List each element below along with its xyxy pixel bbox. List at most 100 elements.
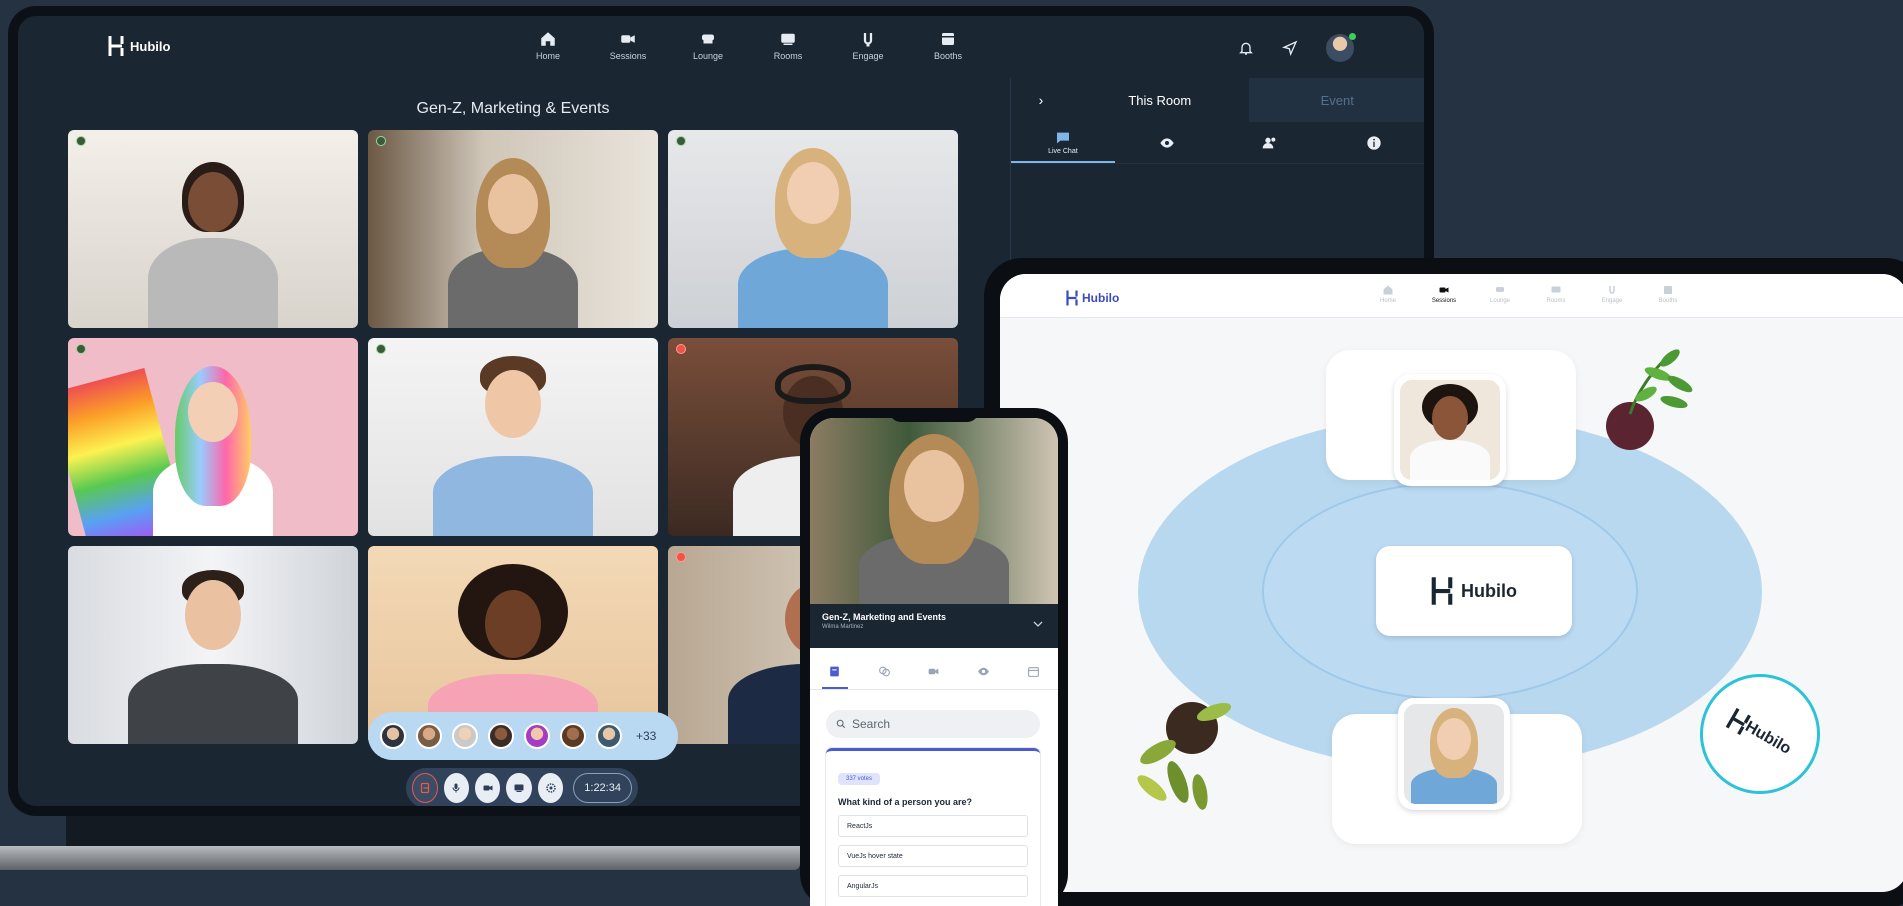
screen-share-button[interactable] [506,773,532,803]
tb-nav-home[interactable]: Home [1360,284,1416,304]
user-avatar[interactable] [1326,33,1356,62]
tab-this-room[interactable]: This Room [1071,78,1249,122]
phone-tabs [810,654,1058,690]
participant-avatar[interactable] [380,723,406,749]
tb-nav-label: Home [1379,298,1396,304]
laptop-top-nav: Hubilo Home Sessions Lounge Rooms Engage… [18,16,1424,78]
hubilo-logo[interactable]: Hubilo [1066,290,1119,306]
send-icon[interactable] [1282,40,1298,56]
participants-bar[interactable]: +33 [368,712,678,760]
hubilo-logo-icon [1066,290,1078,306]
participants-more-count[interactable]: +33 [636,729,656,743]
search-field[interactable] [826,710,1040,738]
microphone-icon [452,783,460,793]
video-tile[interactable] [68,338,358,536]
mic-icon [76,136,86,146]
tile-name-tag [76,136,86,146]
video-tile[interactable] [68,546,358,744]
tab-info[interactable] [1322,122,1424,163]
tab-chat[interactable] [860,654,910,689]
mic-icon [376,136,386,146]
tile-name-tag [676,136,686,146]
video-tile[interactable] [368,338,658,536]
nav-engage[interactable]: Engage [828,30,908,61]
tb-nav-rooms[interactable]: Rooms [1528,284,1584,304]
nav-rooms[interactable]: Rooms [748,30,828,61]
participant-figure [443,158,583,328]
participant-figure [128,564,298,744]
engage-icon [1609,286,1615,294]
nav-label: Lounge [692,51,724,61]
tb-nav-sessions[interactable]: Sessions [1416,284,1472,304]
lounge-attendee-card[interactable] [1394,374,1506,486]
attendee-video [1404,704,1504,804]
phone-video[interactable] [810,418,1058,604]
mic-icon [376,344,386,354]
tab-people[interactable] [1219,122,1323,163]
participant-figure [1405,384,1495,480]
tb-nav-engage[interactable]: Engage [1584,284,1640,304]
header-actions [1238,33,1356,62]
video-tile[interactable] [368,130,658,328]
chevron-down-icon[interactable] [1032,618,1044,630]
participant-figure [143,366,283,536]
hubilo-logo-icon [108,36,124,56]
tb-nav-label: Sessions [1431,298,1457,304]
chat-icon [878,666,890,677]
tab-viewers[interactable] [1115,122,1219,163]
tablet-screen: Hubilo Home Sessions Lounge Rooms Engage… [1000,274,1903,892]
mic-icon [676,344,686,354]
nav-lounge[interactable]: Lounge [668,30,748,61]
tile-name-tag [76,344,86,354]
search-input[interactable] [852,717,1022,731]
lounge-attendee-card[interactable] [1398,698,1510,810]
tab-video[interactable] [909,654,959,689]
camera-icon [483,785,493,791]
collapse-panel-button[interactable]: › [1011,78,1071,122]
poll-option[interactable]: VueJs hover state [838,845,1028,867]
poll-icon [830,666,840,677]
settings-button[interactable] [537,773,564,803]
participant-avatar[interactable] [416,723,442,749]
video-tile[interactable] [68,130,358,328]
mic-icon [676,136,686,146]
people-icon [1263,137,1276,148]
leave-button[interactable] [412,773,438,803]
eye-icon [978,667,989,676]
participant-avatar[interactable] [488,723,514,749]
nav-home[interactable]: Home [508,30,588,61]
participant-avatar[interactable] [524,723,550,749]
tb-nav-label: Booths [1658,298,1678,304]
plant-icon [1137,702,1232,810]
video-icon [1439,287,1449,293]
mic-toggle-button[interactable] [443,773,470,803]
tab-polls[interactable] [810,654,860,689]
tablet-menu: Home Sessions Lounge Rooms Engage Booths [1360,284,1696,304]
center-logo-text: Hubilo [1461,580,1517,601]
tab-calendar[interactable] [1008,654,1058,689]
tab-event[interactable]: Event [1248,78,1424,122]
tab-live-chat[interactable]: Live Chat [1011,122,1115,163]
nav-label: Rooms [773,51,803,61]
nav-sessions[interactable]: Sessions [588,30,668,61]
session-info-bar[interactable]: Gen-Z, Marketing and Events Wilma Martin… [810,604,1058,648]
participant-avatar[interactable] [560,723,586,749]
video-tile[interactable] [668,130,958,328]
poll-option[interactable]: ReactJs [838,815,1028,837]
participant-figure [1409,708,1499,804]
poll-votes-badge: 337 votes [838,773,881,785]
phone-screen: Gen-Z, Marketing and Events Wilma Martin… [810,418,1058,906]
nav-booths[interactable]: Booths [908,30,988,61]
tab-viewers[interactable] [959,654,1009,689]
tb-nav-lounge[interactable]: Lounge [1472,284,1528,304]
mic-icon [76,344,86,354]
participant-avatar[interactable] [452,723,478,749]
participant-avatar[interactable] [596,723,622,749]
nav-label: Engage [852,51,884,61]
tb-nav-booths[interactable]: Booths [1640,284,1696,304]
laptop-base [0,846,800,870]
camera-toggle-button[interactable] [475,773,501,803]
bell-icon[interactable] [1238,40,1254,56]
hubilo-logo[interactable]: Hubilo [108,36,170,56]
poll-option[interactable]: AngularJs [838,875,1028,897]
